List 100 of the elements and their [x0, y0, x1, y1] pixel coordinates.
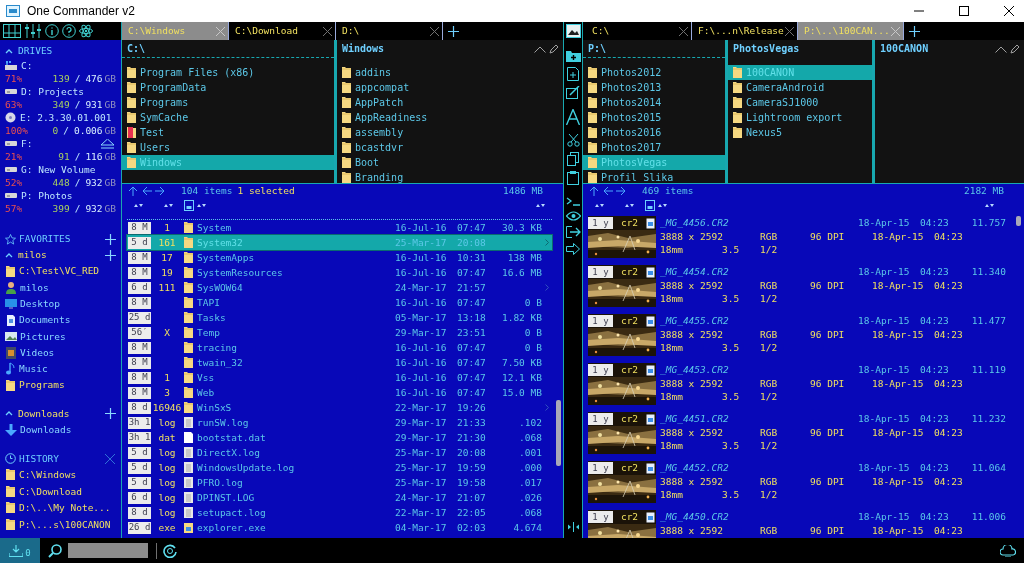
info-icon[interactable] — [45, 24, 59, 38]
search-field[interactable] — [68, 543, 148, 558]
file-row[interactable]: 25 d Tasks 05-Mar-17 13:18 1.82 KB — [127, 310, 552, 325]
add-icon[interactable] — [105, 407, 116, 419]
scrollbar-thumb[interactable] — [556, 400, 561, 466]
file-row[interactable]: 56′ X Temp 29-Mar-17 23:51 0 B — [127, 325, 552, 340]
file-row[interactable]: 8 M 3 Web 16-Jul-16 07:47 15.0 MB — [127, 385, 552, 400]
sort-icon[interactable] — [625, 202, 634, 208]
font-icon[interactable] — [566, 109, 580, 125]
file-row[interactable]: 26 d exe explorer.exe 04-Mar-17 02:03 4.674 — [127, 520, 552, 535]
maximize-icon[interactable] — [959, 6, 969, 16]
clipboard-icon[interactable] — [567, 171, 579, 185]
folder-item[interactable]: appcompat — [337, 80, 563, 95]
search-icon[interactable] — [48, 543, 62, 558]
file-row[interactable]: 6 d 111 SysWOW64 24-Mar-17 21:57 — [127, 280, 552, 295]
add-icon[interactable] — [105, 249, 116, 261]
history-item[interactable]: C:\Windows — [5, 466, 116, 484]
collapse-icon[interactable] — [5, 410, 13, 417]
folder-item[interactable]: AppReadiness — [337, 110, 563, 125]
sort-icon[interactable] — [134, 202, 143, 208]
file-row[interactable]: 8 d log setupact.log 22-Mar-17 22:05 .068 — [127, 505, 552, 520]
split-icon[interactable] — [566, 522, 580, 532]
view-mode-icon[interactable] — [184, 199, 194, 211]
file-row[interactable]: 3h 1 dat bootstat.dat 29-Mar-17 21:30 .068 — [127, 430, 552, 445]
file-row[interactable]: 1 y cr2 _MG_4453.CR2 18-Apr-15 04:23 11.119 3888 x 2592 RGB 96 DPI 18-Apr-15 04:23 18mm 3.5 1/2 — [588, 363, 1016, 412]
folder-item[interactable]: addins — [337, 65, 563, 80]
folder-item[interactable]: Users — [122, 140, 334, 155]
favorite-item[interactable]: Videos — [5, 344, 116, 361]
file-row[interactable]: 3h 1 log runSW.log 29-Mar-17 21:33 .102 — [127, 415, 552, 430]
folder-item[interactable]: AppPatch — [337, 95, 563, 110]
console-icon[interactable] — [565, 196, 581, 206]
panels-icon[interactable] — [3, 24, 21, 38]
drive-item[interactable]: F: — [5, 137, 116, 150]
folder-item[interactable]: CameraSJ1000 — [728, 95, 872, 110]
folder-item[interactable]: Programs — [122, 95, 334, 110]
add-tab-icon[interactable] — [909, 25, 920, 37]
file-row[interactable]: 1 y cr2 _MG_4452.CR2 18-Apr-15 04:23 11.064 3888 x 2592 RGB 96 DPI 18-Apr-15 04:23 18mm 3.5 1/2 — [588, 461, 1016, 510]
folder-item[interactable]: Nexus5 — [728, 125, 872, 140]
file-row[interactable]: 1 y cr2 _MG_4451.CR2 18-Apr-15 04:23 11.232 3888 x 2592 RGB 96 DPI 18-Apr-15 04:23 18mm 3.5 1/2 — [588, 412, 1016, 461]
help-icon[interactable] — [62, 24, 76, 38]
folder-item[interactable]: ProgramData — [122, 80, 334, 95]
drive-item[interactable]: D: Projects — [5, 85, 116, 98]
new-folder-icon[interactable] — [565, 50, 581, 62]
file-row[interactable]: 1 y cr2 _MG_4454.CR2 18-Apr-15 04:23 11.340 3888 x 2592 RGB 96 DPI 18-Apr-15 04:23 18mm 3.5 1/2 — [588, 265, 1016, 314]
eject-icon[interactable] — [101, 138, 114, 149]
file-row[interactable]: 8 M TAPI 16-Jul-16 07:47 0 B — [127, 295, 552, 310]
up-icon[interactable] — [589, 186, 599, 196]
group-heading[interactable]: Downloads — [18, 408, 70, 419]
file-row[interactable]: 8 M 17 SystemApps 16-Jul-16 10:31 138 MB — [127, 250, 552, 265]
edit-icon[interactable] — [549, 44, 558, 54]
history-item[interactable]: P:\...s\100CANON — [5, 516, 116, 533]
folder-item[interactable]: Profil Slika — [583, 170, 725, 183]
atom-icon[interactable] — [79, 24, 93, 38]
favorite-item[interactable]: milos — [5, 279, 116, 296]
forward-icon[interactable] — [155, 186, 165, 196]
folder-item[interactable]: CameraAndroid — [728, 80, 872, 95]
history-item[interactable]: D:\..\My Note... — [5, 499, 116, 517]
close-icon[interactable] — [1004, 6, 1014, 16]
favorite-item[interactable]: Programs — [5, 377, 116, 394]
folder-item[interactable]: Photos2016 — [583, 125, 725, 140]
folder-item[interactable]: assembly — [337, 125, 563, 140]
sort-icon[interactable] — [197, 202, 206, 208]
folder-item[interactable]: Photos2014 — [583, 95, 725, 110]
file-row[interactable]: 5 d 161 System32 25-Mar-17 20:08 — [127, 235, 552, 250]
scissors-icon[interactable] — [566, 134, 580, 147]
back-icon[interactable] — [142, 186, 152, 196]
folder-item[interactable]: Lightroom export — [728, 110, 872, 125]
folder-item[interactable]: SymCache — [122, 110, 334, 125]
drive-item[interactable]: E: 2.3.30.01.001 — [5, 111, 116, 124]
cloud-icon[interactable] — [1000, 544, 1016, 557]
history-item[interactable]: C:\Download — [5, 483, 116, 500]
arrow-right-icon[interactable] — [565, 243, 581, 255]
file-row[interactable]: 1 y cr2 _MG_4455.CR2 18-Apr-15 04:23 11.477 3888 x 2592 RGB 96 DPI 18-Apr-15 04:23 18mm 3.5 1/2 — [588, 314, 1016, 363]
clear-icon[interactable] — [105, 453, 115, 464]
back-icon[interactable] — [603, 186, 613, 196]
forward-icon[interactable] — [616, 186, 626, 196]
file-row[interactable]: 8 M 1 Vss 16-Jul-16 07:47 12.1 KB — [127, 370, 552, 385]
file-row[interactable]: 5 d log DirectX.log 25-Mar-17 20:08 .001 — [127, 445, 552, 460]
edit-icon[interactable] — [1010, 44, 1019, 54]
folder-item[interactable]: Photos2013 — [583, 80, 725, 95]
folder-item[interactable]: Boot — [337, 155, 563, 170]
folder-item[interactable]: Branding — [337, 170, 563, 183]
eye-icon[interactable] — [565, 211, 581, 221]
file-row[interactable]: 5 d log PFRO.log 25-Mar-17 19:58 .017 — [127, 475, 552, 490]
file-row[interactable]: 8 d 16946 WinSxS 22-Mar-17 19:26 — [127, 400, 552, 415]
sliders-icon[interactable] — [24, 24, 42, 38]
sort-icon[interactable] — [164, 202, 173, 208]
folder-item[interactable]: Photos2015 — [583, 110, 725, 125]
folder-item[interactable]: Program Files (x86) — [122, 65, 334, 80]
collapse-icon[interactable] — [5, 252, 13, 258]
collapse-icon[interactable] — [534, 45, 546, 53]
up-icon[interactable] — [128, 186, 138, 196]
file-row[interactable]: 5 d log WindowsUpdate.log 25-Mar-17 19:59 .000 — [127, 460, 552, 475]
favorite-item[interactable]: Pictures — [5, 328, 116, 345]
favorite-item[interactable]: Desktop — [5, 295, 116, 312]
sort-icon[interactable] — [658, 202, 667, 208]
file-row[interactable]: 8 M 19 SystemResources 16-Jul-16 07:47 16.6 MB — [127, 265, 552, 280]
folder-item[interactable]: Photos2012 — [583, 65, 725, 80]
file-row[interactable]: 8 M 1 System 16-Jul-16 07:47 30.3 KB — [127, 220, 552, 235]
export-icon[interactable] — [565, 226, 581, 238]
